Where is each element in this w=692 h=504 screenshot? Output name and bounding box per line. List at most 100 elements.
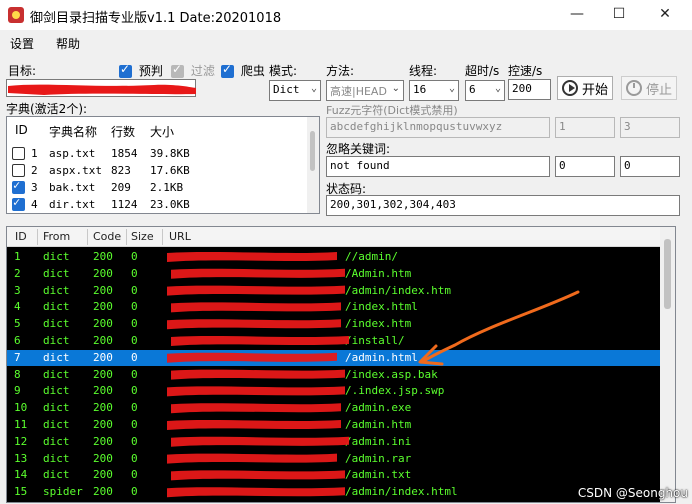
result-row[interactable]: 3 dict 200 0/admin/index.htm: [7, 283, 661, 299]
result-size: 0: [131, 250, 138, 263]
results-header-code: Code: [93, 230, 122, 243]
result-id: 2: [14, 266, 21, 280]
result-code: 200: [93, 485, 113, 499]
result-row[interactable]: 8 dict 200 0/index.asp.bak: [7, 367, 661, 383]
rate-label: 控速/s: [508, 64, 543, 78]
result-url: /.index.jsp.swp: [345, 384, 445, 398]
results-scrollbar[interactable]: [660, 227, 675, 502]
result-row[interactable]: 5 dict 200 0/index.htm: [7, 316, 661, 332]
ignore-keyword-input[interactable]: not found: [326, 156, 550, 177]
dict-scroll-thumb[interactable]: [310, 131, 315, 171]
start-button[interactable]: 开始: [557, 76, 613, 100]
result-code: 200: [93, 300, 113, 314]
result-row[interactable]: 12 dict 200 0/admin.ini: [7, 434, 661, 450]
dict-row-id: 3: [31, 181, 38, 194]
dict-row-checkbox[interactable]: [12, 163, 25, 177]
method-value: 高速|HEAD: [330, 85, 387, 98]
result-code: 200: [93, 334, 113, 347]
minimize-button[interactable]: —: [554, 0, 600, 30]
result-size: 0: [131, 485, 138, 499]
dict-row[interactable]: 1 asp.txt 1854 39.8KB: [7, 145, 307, 161]
method-select: 高速|HEAD ⌄: [326, 80, 404, 101]
results-list[interactable]: ID From Code Size URL 1 dict 200 0//admin/2…: [6, 226, 676, 503]
prejudge-checkbox[interactable]: [119, 62, 132, 78]
start-button-label: 开始: [581, 82, 608, 98]
result-code: 200: [93, 250, 113, 263]
dict-row-name: aspx.txt: [49, 164, 102, 177]
dict-row-name: dir.txt: [49, 198, 96, 211]
dict-header-id: ID: [15, 123, 28, 137]
result-url: /index.htm: [345, 317, 412, 331]
dict-list[interactable]: ID 字典名称 行数 大小 1 asp.txt 1854 39.8KB 2 as…: [6, 116, 320, 214]
result-id: 4: [14, 300, 21, 314]
result-id: 14: [14, 468, 28, 482]
crawler-checkbox[interactable]: [221, 62, 234, 78]
chevron-down-icon: ⌄: [448, 83, 455, 94]
status-codes-input[interactable]: 200,301,302,304,403: [326, 195, 680, 216]
dict-row[interactable]: 4 dir.txt 1124 23.0KB: [7, 195, 307, 212]
threads-value: 16: [413, 83, 427, 96]
method-label: 方法:: [326, 64, 355, 78]
result-row[interactable]: 15 spider 200 0/admin/index.html: [7, 484, 661, 500]
result-from: dict: [43, 300, 70, 314]
result-url: /admin.html: [345, 350, 418, 364]
target-label: 目标:: [8, 64, 37, 78]
title-bar: 御剑目录扫描专业版v1.1 Date:20201018 — ☐ ✕: [0, 0, 692, 30]
result-size: 0: [131, 317, 138, 331]
result-url: /admin/index.html: [345, 485, 458, 499]
result-url: /install/: [345, 334, 405, 347]
dict-row-checkbox[interactable]: [12, 195, 25, 211]
dict-row-checkbox[interactable]: [12, 178, 25, 194]
dict-row[interactable]: 3 bak.txt 209 2.1KB: [7, 178, 307, 195]
timeout-label: 超时/s: [465, 64, 500, 78]
result-id: 5: [14, 317, 21, 331]
result-size: 0: [131, 283, 138, 297]
ignore-max-input[interactable]: 0: [620, 156, 680, 177]
result-id: 8: [14, 367, 21, 381]
result-id: 15: [14, 485, 28, 499]
results-header-from: From: [43, 230, 71, 243]
timeout-select[interactable]: 6 ⌄: [465, 80, 505, 101]
fuzz-min-input: 1: [555, 117, 615, 138]
result-row[interactable]: 10 dict 200 0/admin.exe: [7, 400, 661, 416]
dict-scrollbar[interactable]: [307, 117, 319, 213]
ignore-min-input[interactable]: 0: [555, 156, 615, 177]
menu-help[interactable]: 帮助: [56, 35, 80, 52]
result-row[interactable]: 9 dict 200 0 /.index.jsp.swp: [7, 383, 661, 399]
fuzz-max-input: 3: [620, 117, 680, 138]
crawler-option[interactable]: 爬虫: [221, 62, 265, 79]
dict-row-checkbox[interactable]: [12, 146, 25, 160]
result-url: /admin.rar: [345, 451, 412, 465]
mode-select[interactable]: Dict ⌄: [269, 80, 321, 101]
result-from: dict: [43, 317, 70, 331]
result-row[interactable]: 2 dict 200 0/Admin.htm: [7, 266, 661, 282]
result-row[interactable]: 1 dict 200 0 //admin/: [7, 249, 661, 265]
result-code: 200: [93, 350, 113, 364]
result-size: 0: [131, 300, 138, 314]
power-icon: [625, 80, 642, 96]
rate-input[interactable]: 200: [508, 79, 551, 100]
prejudge-option[interactable]: 预判: [119, 62, 163, 79]
result-code: 200: [93, 468, 113, 482]
result-id: 10: [14, 401, 28, 415]
crawler-label: 爬虫: [240, 64, 265, 78]
maximize-button[interactable]: ☐: [596, 0, 642, 30]
result-size: 0: [131, 367, 138, 381]
result-row[interactable]: 14 dict 200 0/admin.txt: [7, 467, 661, 483]
result-row[interactable]: 4 dict 200 0/index.html: [7, 299, 661, 315]
menu-settings[interactable]: 设置: [10, 35, 34, 52]
result-row[interactable]: 13 dict 200 0/admin.rar: [7, 451, 661, 467]
dict-header-lines: 行数: [111, 125, 136, 139]
result-row[interactable]: 11 dict 200 0/admin.htm: [7, 417, 661, 433]
results-scroll-thumb[interactable]: [664, 239, 671, 309]
result-row[interactable]: 6 dict 200 0/install/: [7, 333, 661, 349]
result-url: /Admin.htm: [345, 266, 412, 280]
dict-row[interactable]: 2 aspx.txt 823 17.6KB: [7, 162, 307, 178]
close-button[interactable]: ✕: [642, 0, 688, 30]
result-size: 0: [131, 434, 138, 448]
result-row[interactable]: 7 dict 200 0/admin.html: [7, 349, 661, 366]
fuzz-charset-input: abcdefghijklnmopqustuvwxyz: [326, 117, 550, 138]
filter-option: 过滤: [171, 62, 215, 79]
threads-select[interactable]: 16 ⌄: [409, 80, 459, 101]
dict-row-lines: 1854: [111, 147, 138, 160]
